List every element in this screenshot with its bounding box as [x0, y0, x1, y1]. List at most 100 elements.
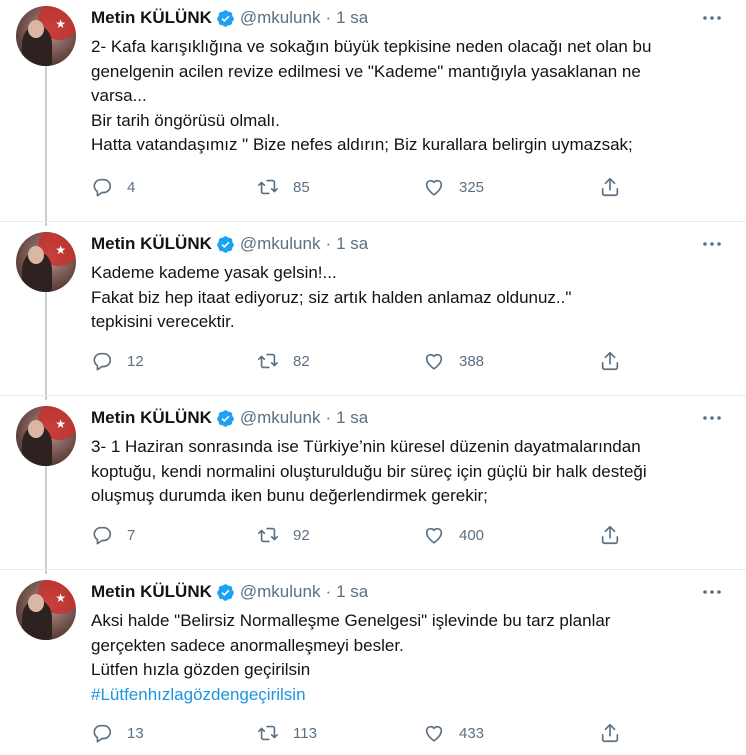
face-shape: [28, 246, 44, 264]
tweet-text: 3- 1 Haziran sonrasında ise Türkiye’nin …: [91, 435, 711, 509]
star-icon: ★: [55, 417, 66, 431]
retweet-icon: [258, 353, 278, 369]
heart-icon: [425, 527, 443, 544]
text-line: Aksi halde "Belirsiz Normalleşme Genelge…: [91, 611, 611, 630]
avatar[interactable]: ★: [16, 406, 76, 466]
retweet-button[interactable]: 92: [257, 524, 310, 546]
verified-badge-icon: [217, 9, 234, 27]
share-icon: [601, 177, 619, 197]
heart-icon: [425, 353, 443, 370]
retweet-icon: [258, 527, 278, 543]
text-line: 2- Kafa karışıklığına ve sokağın büyük t…: [91, 37, 652, 56]
tweet-actions: 7 92 400: [91, 524, 631, 548]
author-name[interactable]: Metin KÜLÜNK: [91, 408, 212, 428]
verified-badge-icon: [217, 235, 234, 253]
author-handle[interactable]: @mkulunk: [240, 8, 321, 28]
tweet[interactable]: ★ Metin KÜLÜNK @mkulunk · 1 sa Aksi hald…: [0, 574, 746, 755]
author-handle[interactable]: @mkulunk: [240, 234, 321, 254]
text-line: Lütfen hızla gözden geçirilsin: [91, 660, 311, 679]
retweet-count: 85: [293, 178, 310, 196]
retweet-icon: [258, 179, 278, 195]
tweet-text: Kademe kademe yasak gelsin!... Fakat biz…: [91, 261, 711, 335]
more-horizontal-icon[interactable]: [702, 236, 722, 252]
share-button[interactable]: [599, 176, 621, 198]
verified-badge-icon: [217, 409, 234, 427]
separator-dot: ·: [325, 582, 332, 601]
reply-icon: [93, 724, 112, 743]
share-button[interactable]: [599, 350, 621, 372]
text-line: gerçekten sadece anormalleşmeyi besler.: [91, 635, 404, 655]
retweet-button[interactable]: 82: [257, 350, 310, 372]
retweet-button[interactable]: 85: [257, 176, 310, 198]
tweet[interactable]: ★ Metin KÜLÜNK @mkulunk · 1 sa 2- Kafa k…: [0, 0, 746, 222]
tweet-header: Metin KÜLÜNK @mkulunk · 1 sa: [91, 582, 368, 602]
avatar[interactable]: ★: [16, 232, 76, 292]
reply-button[interactable]: 4: [91, 176, 135, 198]
like-count: 325: [459, 178, 485, 196]
heart-icon: [425, 179, 443, 196]
share-button[interactable]: [599, 524, 621, 546]
tweet-header: Metin KÜLÜNK @mkulunk · 1 sa: [91, 8, 368, 28]
more-horizontal-icon[interactable]: [702, 10, 722, 26]
reply-button[interactable]: 13: [91, 722, 144, 744]
text-line: genelgenin acilen revize edilmesi ve "Ka…: [91, 61, 641, 81]
tweet-actions: 12 82 388: [91, 350, 631, 374]
more-horizontal-icon[interactable]: [702, 584, 722, 600]
timestamp[interactable]: 1 sa: [336, 234, 368, 254]
separator-dot: ·: [325, 8, 332, 27]
text-line: Kademe kademe yasak gelsin!...: [91, 263, 337, 282]
more-horizontal-icon[interactable]: [702, 410, 722, 426]
reply-count: 13: [127, 724, 144, 742]
text-line: Hatta vatandaşımız " Bize nefes aldırın;…: [91, 135, 633, 154]
reply-icon: [93, 526, 112, 545]
reply-button[interactable]: 7: [91, 524, 135, 546]
text-line: varsa...: [91, 86, 147, 105]
tweet[interactable]: ★ Metin KÜLÜNK @mkulunk · 1 sa Kademe ka…: [0, 226, 746, 396]
text-line: koptuğu, kendi normalini oluşturulduğu b…: [91, 461, 647, 481]
tweet-text: 2- Kafa karışıklığına ve sokağın büyük t…: [91, 35, 711, 158]
hashtag-link[interactable]: #Lütfenhızlagözdengeçirilsin: [91, 683, 711, 708]
heart-icon: [425, 725, 443, 742]
reply-count: 4: [127, 178, 136, 196]
like-button[interactable]: 388: [423, 350, 484, 372]
avatar[interactable]: ★: [16, 580, 76, 640]
reply-count: 7: [127, 526, 136, 544]
like-button[interactable]: 400: [423, 524, 484, 546]
tweet-text: Aksi halde "Belirsiz Normalleşme Genelge…: [91, 609, 711, 707]
retweet-count: 113: [293, 724, 317, 742]
face-shape: [28, 594, 44, 612]
tweet-actions: 4 85 325: [91, 176, 631, 200]
separator-dot: ·: [325, 234, 332, 253]
tweet-header: Metin KÜLÜNK @mkulunk · 1 sa: [91, 408, 368, 428]
author-handle[interactable]: @mkulunk: [240, 582, 321, 602]
tweet[interactable]: ★ Metin KÜLÜNK @mkulunk · 1 sa 3- 1 Hazi…: [0, 400, 746, 570]
avatar[interactable]: ★: [16, 6, 76, 66]
author-name[interactable]: Metin KÜLÜNK: [91, 8, 212, 28]
author-name[interactable]: Metin KÜLÜNK: [91, 582, 212, 602]
timestamp[interactable]: 1 sa: [336, 8, 368, 28]
like-button[interactable]: 433: [423, 722, 484, 744]
verified-badge-icon: [217, 583, 234, 601]
author-name[interactable]: Metin KÜLÜNK: [91, 234, 212, 254]
face-shape: [28, 20, 44, 38]
share-icon: [601, 723, 619, 743]
timestamp[interactable]: 1 sa: [336, 408, 368, 428]
retweet-button[interactable]: 113: [257, 722, 317, 744]
tweet-actions: 13 113 433: [91, 722, 631, 746]
like-count: 388: [459, 352, 485, 370]
like-button[interactable]: 325: [423, 176, 484, 198]
reply-count: 12: [127, 352, 144, 370]
face-shape: [28, 420, 44, 438]
share-button[interactable]: [599, 722, 621, 744]
reply-icon: [93, 352, 112, 371]
text-line: 3- 1 Haziran sonrasında ise Türkiye’nin …: [91, 437, 641, 456]
reply-button[interactable]: 12: [91, 350, 144, 372]
timestamp[interactable]: 1 sa: [336, 582, 368, 602]
reply-icon: [93, 178, 112, 197]
text-line: Fakat biz hep itaat ediyoruz; siz artık …: [91, 287, 572, 307]
star-icon: ★: [55, 591, 66, 605]
star-icon: ★: [55, 243, 66, 257]
author-handle[interactable]: @mkulunk: [240, 408, 321, 428]
retweet-count: 92: [293, 526, 310, 544]
like-count: 400: [459, 526, 485, 544]
